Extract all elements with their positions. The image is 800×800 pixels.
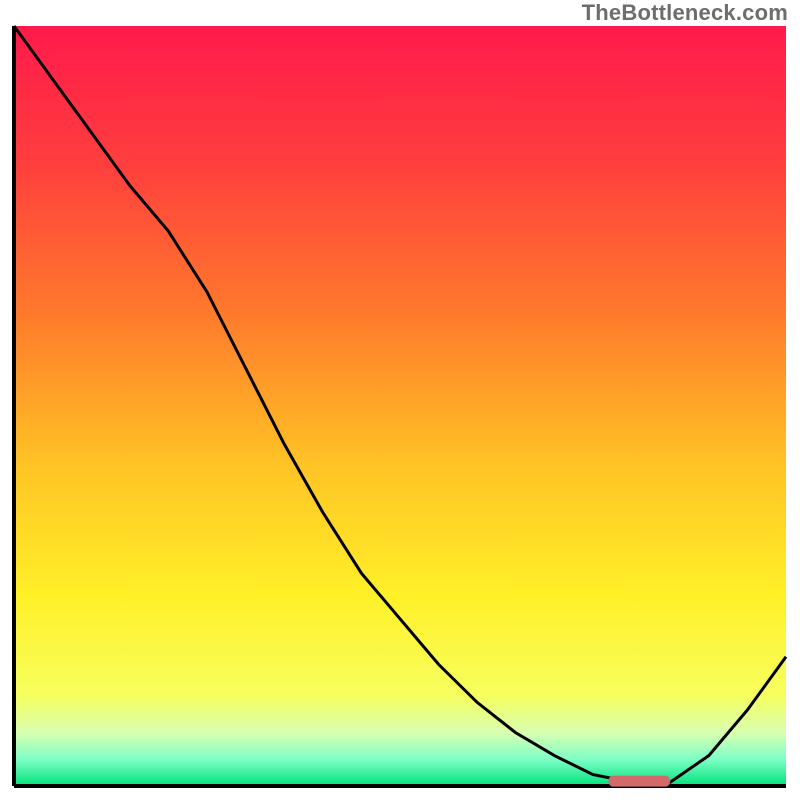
attribution-text: TheBottleneck.com xyxy=(582,0,788,26)
bottleneck-chart xyxy=(0,0,800,800)
gradient-background xyxy=(14,26,786,786)
chart-container: TheBottleneck.com xyxy=(0,0,800,800)
optimal-zone-marker xyxy=(608,776,670,787)
